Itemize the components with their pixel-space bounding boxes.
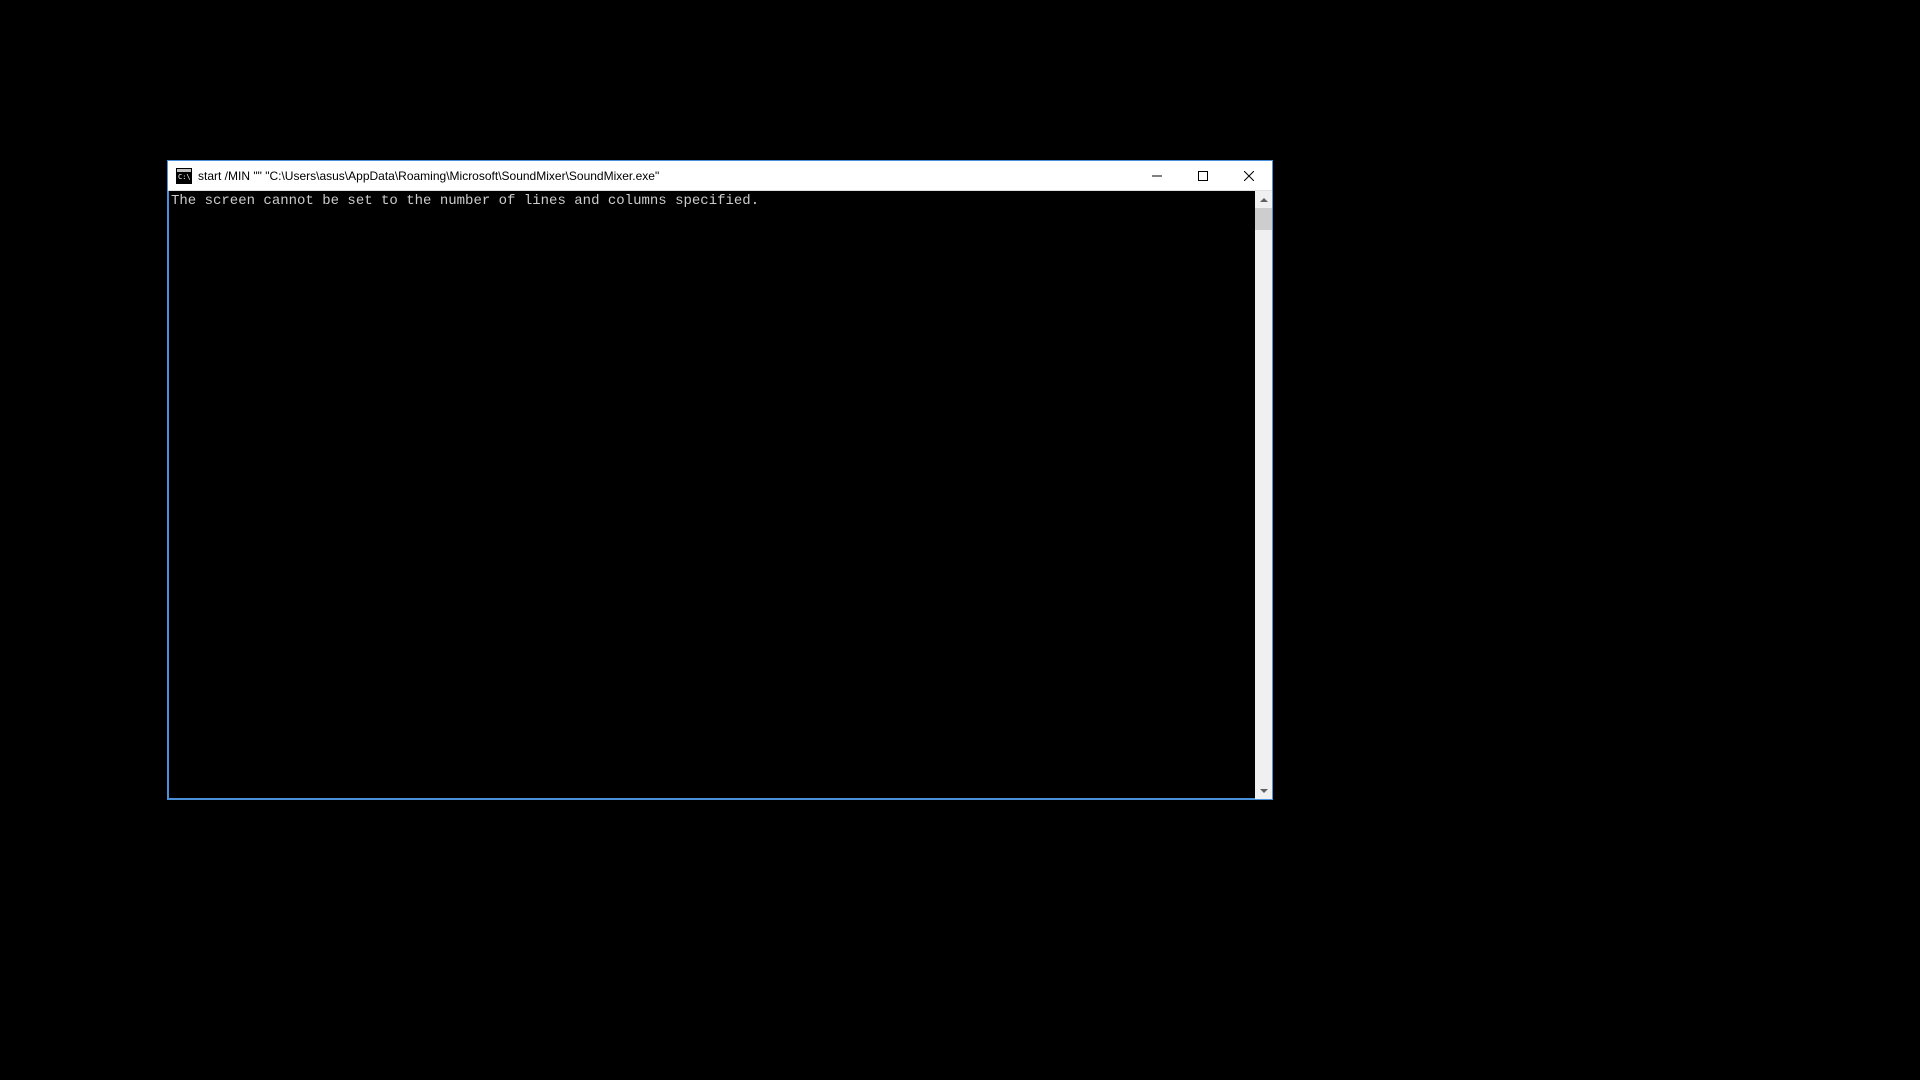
- minimize-button[interactable]: [1134, 161, 1180, 191]
- scroll-down-arrow-icon[interactable]: [1255, 782, 1272, 799]
- titlebar[interactable]: C:\ start /MIN "" "C:\Users\asus\AppData…: [168, 161, 1272, 191]
- cmd-window: C:\ start /MIN "" "C:\Users\asus\AppData…: [167, 160, 1273, 800]
- close-button[interactable]: [1226, 161, 1272, 191]
- svg-text:C:\: C:\: [178, 173, 191, 181]
- vertical-scrollbar[interactable]: [1255, 191, 1272, 799]
- console-line: The screen cannot be set to the number o…: [171, 193, 1255, 210]
- scroll-track[interactable]: [1255, 208, 1272, 782]
- console-body: The screen cannot be set to the number o…: [168, 191, 1272, 799]
- scroll-up-arrow-icon[interactable]: [1255, 191, 1272, 208]
- scroll-thumb[interactable]: [1255, 208, 1272, 230]
- window-title: start /MIN "" "C:\Users\asus\AppData\Roa…: [198, 169, 1134, 183]
- maximize-button[interactable]: [1180, 161, 1226, 191]
- window-controls: [1134, 161, 1272, 190]
- cmd-icon: C:\: [176, 168, 192, 184]
- console-content[interactable]: The screen cannot be set to the number o…: [168, 191, 1255, 799]
